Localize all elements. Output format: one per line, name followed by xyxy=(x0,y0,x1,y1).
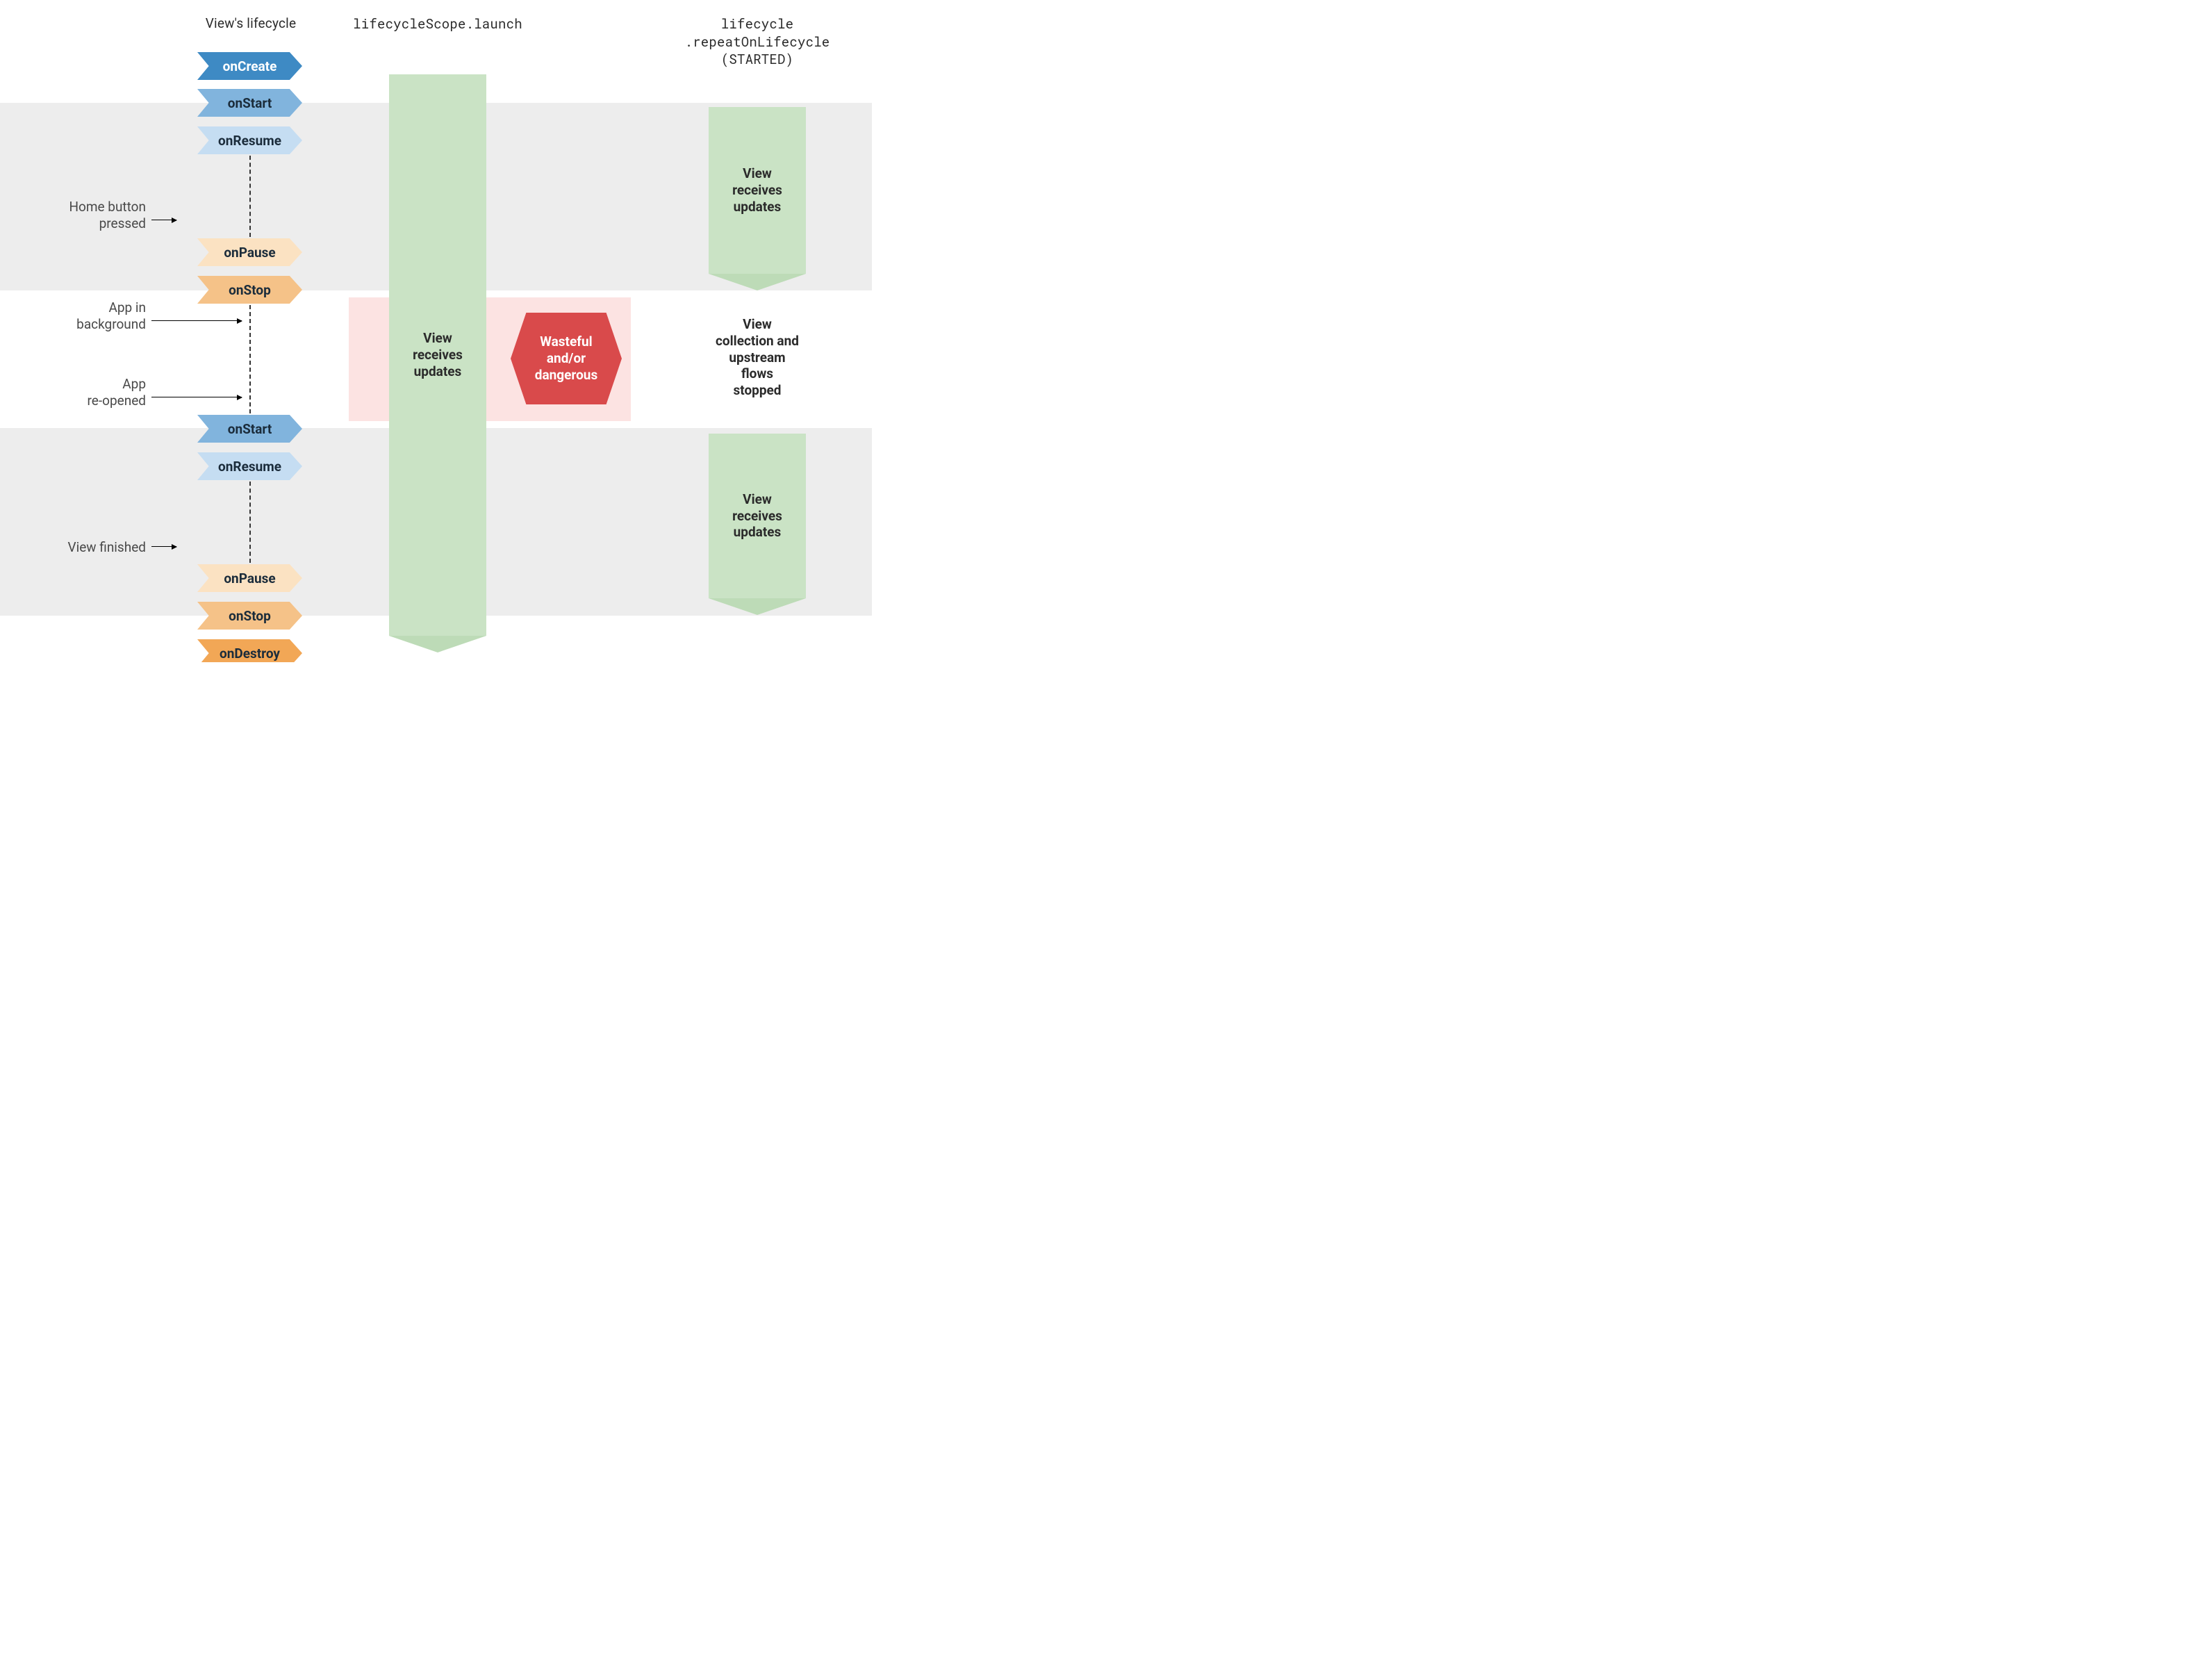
node-onpause-1: onPause xyxy=(197,238,302,266)
dash-2 xyxy=(249,305,251,413)
launch-bar-label: View receives updates xyxy=(413,330,463,379)
launch-bar: View receives updates xyxy=(389,74,486,636)
wasteful-badge: Wasteful and/or dangerous xyxy=(511,313,622,404)
node-ondestroy: onDestroy xyxy=(197,639,302,662)
dash-1 xyxy=(249,156,251,237)
node-onstart-2: onStart xyxy=(197,415,302,443)
node-onstop-2: onStop xyxy=(197,602,302,630)
label-finished: View finished xyxy=(42,539,146,556)
label-home: Home button pressed xyxy=(42,199,146,232)
repeat-bar-bottom-label: View receives updates xyxy=(732,491,782,541)
arrow-background xyxy=(151,320,242,321)
label-reopened: App re-opened xyxy=(42,376,146,409)
repeat-stopped-label: View collection and upstream flows stopp… xyxy=(704,316,811,399)
arrow-finished xyxy=(151,546,176,547)
header-lifecycle: View's lifecycle xyxy=(164,15,338,31)
repeat-bar-bottom: View receives updates xyxy=(709,434,806,598)
lifecycle-diagram: View's lifecycle lifecycleScope.launch l… xyxy=(0,0,872,662)
node-onresume-1: onResume xyxy=(197,126,302,154)
header-launch: lifecycleScope.launch xyxy=(333,15,542,33)
node-onstop-1: onStop xyxy=(197,276,302,304)
wasteful-badge-label: Wasteful and/or dangerous xyxy=(535,334,597,383)
node-oncreate: onCreate xyxy=(197,52,302,80)
node-onstart-1: onStart xyxy=(197,89,302,117)
node-onpause-2: onPause xyxy=(197,564,302,592)
repeat-bar-top: View receives updates xyxy=(709,107,806,274)
dash-3 xyxy=(249,482,251,563)
node-onresume-2: onResume xyxy=(197,452,302,480)
label-background: App in background xyxy=(42,299,146,333)
header-repeat: lifecycle .repeatOnLifecycle (STARTED) xyxy=(660,15,855,69)
repeat-bar-top-label: View receives updates xyxy=(732,165,782,215)
